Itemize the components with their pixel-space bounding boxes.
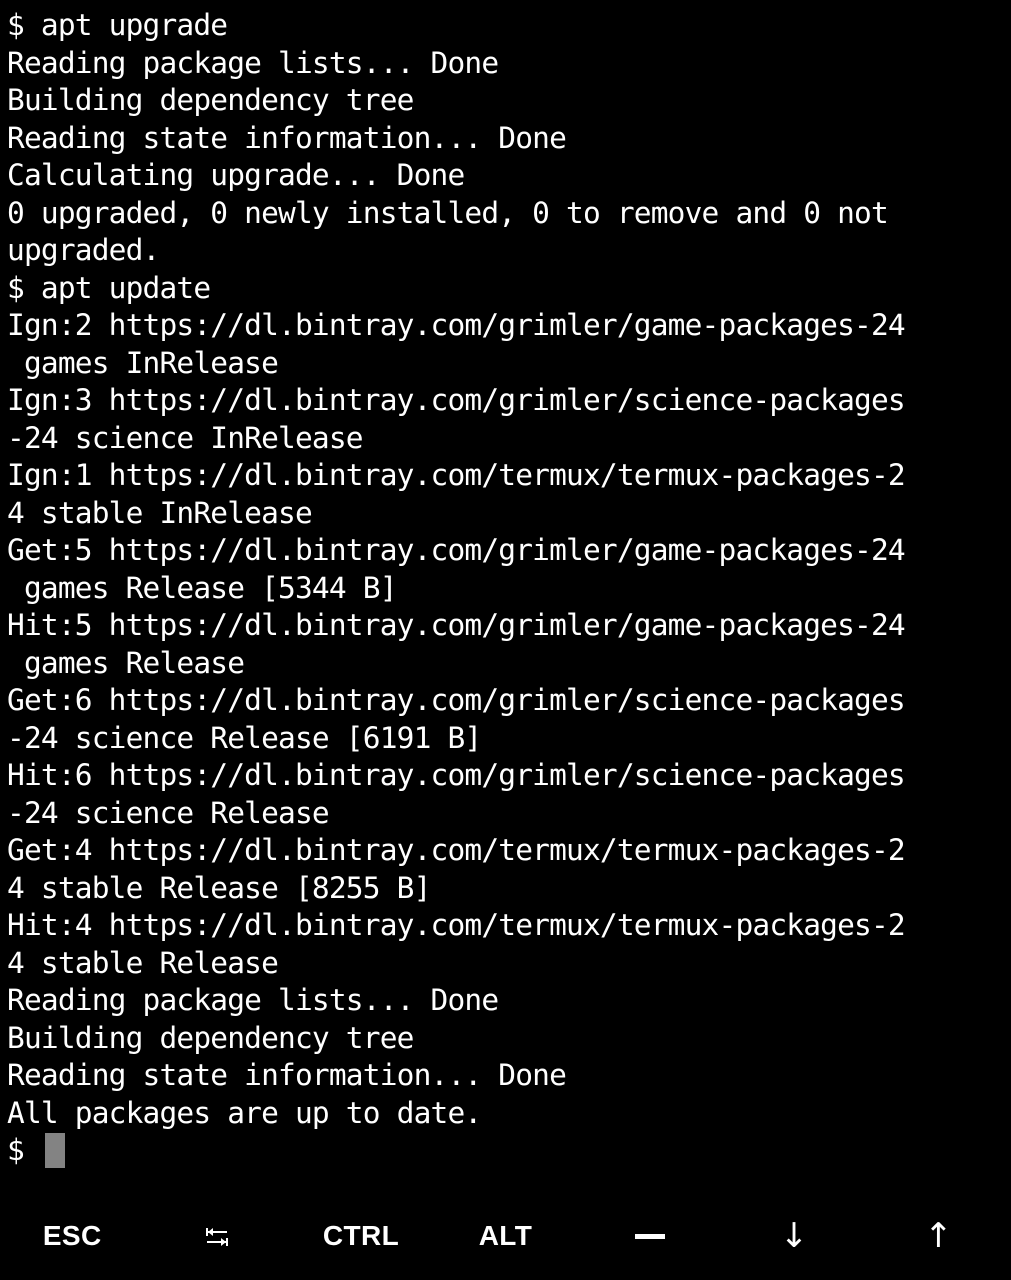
arrow-up-icon: ↑	[924, 1216, 954, 1256]
terminal-line: Ign:3 https://dl.bintray.com/grimler/sci…	[7, 383, 906, 417]
key-ctrl[interactable]: CTRL	[289, 1192, 433, 1280]
minus-key-icon	[634, 1233, 665, 1239]
terminal-line: 4 stable Release [8255 B]	[7, 870, 431, 905]
terminal-line: Reading state information... Done	[7, 120, 567, 155]
terminal-line: Building dependency tree	[7, 83, 414, 117]
terminal-line: Get:5 https://dl.bintray.com/grimler/gam…	[7, 533, 906, 567]
terminal-line: -24 science Release	[7, 795, 330, 830]
terminal-line: 0 upgraded, 0 newly installed, 0 to remo…	[7, 195, 889, 230]
key-ctrl-label: CTRL	[322, 1220, 400, 1251]
terminal-cursor	[44, 1133, 65, 1168]
terminal-line: Ign:1 https://dl.bintray.com/termux/term…	[7, 458, 906, 492]
key-esc-label: ESC	[42, 1220, 102, 1251]
terminal-line: Calculating upgrade... Done	[7, 158, 465, 192]
terminal-line: Get:4 https://dl.bintray.com/termux/term…	[7, 833, 906, 867]
terminal-line: Ign:2 https://dl.bintray.com/grimler/gam…	[7, 308, 906, 342]
key-alt[interactable]: ALT	[433, 1192, 577, 1280]
terminal-line: $ apt upgrade	[7, 8, 228, 42]
terminal-output-area[interactable]: $ apt upgrade Reading package lists... Do…	[0, 0, 1011, 1280]
terminal-line: $ apt update	[7, 270, 211, 305]
terminal-line: 4 stable InRelease	[7, 495, 313, 530]
key-arrow-up[interactable]: ↑	[867, 1192, 1011, 1280]
terminal-line: upgraded.	[7, 233, 160, 267]
terminal-line: Hit:4 https://dl.bintray.com/termux/term…	[7, 908, 906, 942]
terminal-line: Building dependency tree	[7, 1020, 414, 1055]
extra-keys-toolbar: ESC CTRL ALT ↓ ↑	[0, 1192, 1011, 1280]
arrow-down-icon: ↓	[779, 1216, 809, 1256]
terminal-line: games Release	[7, 645, 245, 680]
terminal-line: Hit:6 https://dl.bintray.com/grimler/sci…	[7, 758, 906, 792]
terminal-line: 4 stable Release	[7, 945, 279, 980]
terminal-line: games InRelease	[7, 345, 279, 380]
terminal-line: All packages are up to date.	[7, 1095, 482, 1130]
key-esc[interactable]: ESC	[0, 1192, 144, 1280]
key-tab[interactable]	[144, 1192, 288, 1280]
terminal-line: Reading package lists... Done	[7, 983, 499, 1017]
key-alt-label: ALT	[478, 1220, 533, 1251]
key-minus[interactable]	[578, 1192, 722, 1280]
terminal-line: $	[7, 1133, 41, 1167]
key-arrow-down[interactable]: ↓	[722, 1192, 866, 1280]
terminal-line: -24 science Release [6191 B]	[7, 720, 482, 755]
terminal-line: Get:6 https://dl.bintray.com/grimler/sci…	[7, 683, 906, 717]
tab-key-icon	[203, 1223, 231, 1249]
terminal-line: Hit:5 https://dl.bintray.com/grimler/gam…	[7, 608, 906, 642]
terminal-line: -24 science InRelease	[7, 420, 364, 455]
termux-app-window: $ apt upgrade Reading package lists... Do…	[0, 0, 1011, 1280]
terminal-line: Reading state information... Done	[7, 1058, 567, 1092]
terminal-line: games Release [5344 B]	[7, 570, 398, 605]
terminal-line: Reading package lists... Done	[7, 45, 499, 80]
terminal-screen: $ apt upgrade Reading package lists... Do…	[7, 7, 1011, 1170]
